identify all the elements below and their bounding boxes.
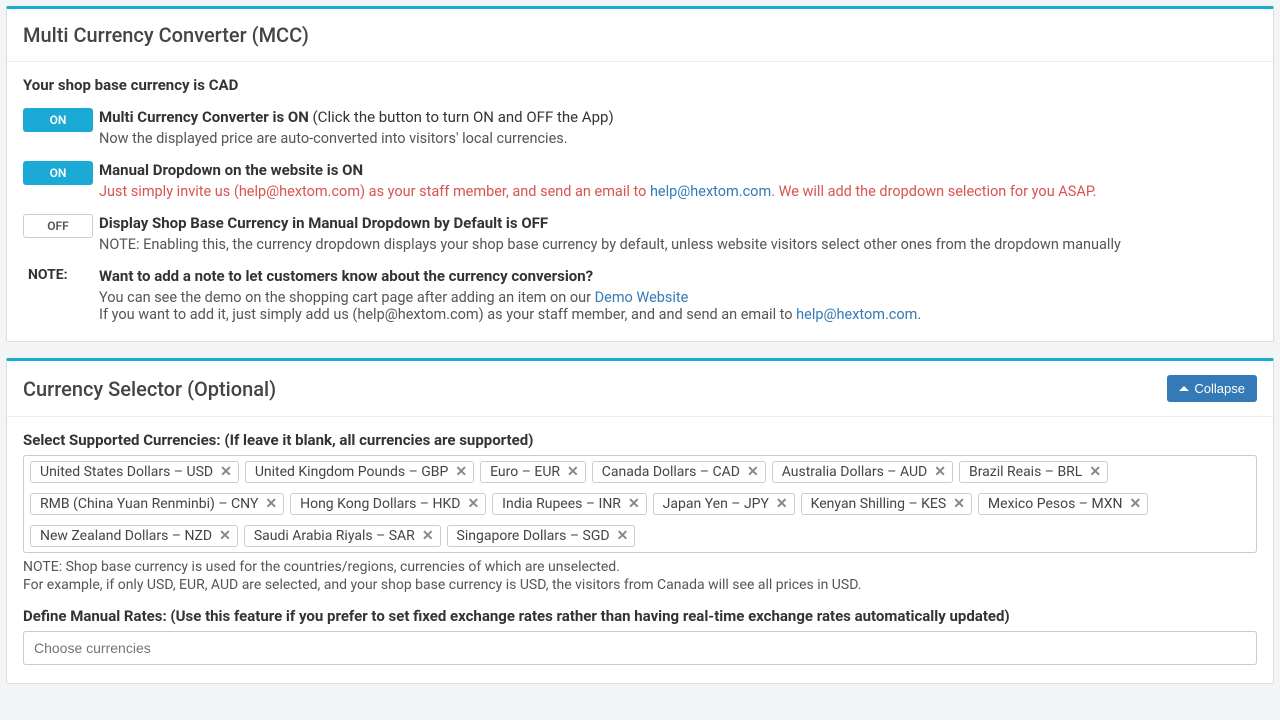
currency-tag-label: Brazil Reais – BRL [969,464,1082,480]
currency-tag: Singapore Dollars – SGD ✕ [447,525,636,547]
mcc-panel-title: Multi Currency Converter (MCC) [23,23,309,47]
currency-tag-label: Australia Dollars – AUD [782,464,928,480]
manual-rates-label: Define Manual Rates: (Use this feature i… [23,607,1257,625]
setting-title: Manual Dropdown on the website is ON [99,161,1257,179]
currency-selector-title: Currency Selector (Optional) [23,377,276,401]
manual-rates-input[interactable] [23,631,1257,665]
currency-tag: Saudi Arabia Riyals – SAR ✕ [244,525,441,547]
setting-row: OFF Display Shop Base Currency in Manual … [23,214,1257,253]
remove-currency-icon[interactable]: ✕ [628,497,640,511]
mcc-panel: Multi Currency Converter (MCC) Your shop… [6,6,1274,342]
remove-currency-icon[interactable]: ✕ [567,465,579,479]
currency-selector-body: Select Supported Currencies: (If leave i… [7,417,1273,683]
help-email-link[interactable]: help@hextom.com [796,306,917,323]
currency-tag-label: Singapore Dollars – SGD [457,528,610,544]
setting-row: ON Manual Dropdown on the website is ON Ju… [23,161,1257,200]
currency-tag: RMB (China Yuan Renminbi) – CNY ✕ [30,493,284,515]
currency-tag-label: Hong Kong Dollars – HKD [300,496,460,512]
currency-tag-label: United States Dollars – USD [40,464,213,480]
supported-currencies-input[interactable]: United States Dollars – USD✕United Kingd… [23,455,1257,553]
currency-tag-label: Kenyan Shilling – KES [811,496,947,512]
setting-sub: Just simply invite us (help@hextom.com) … [99,183,1257,200]
remove-currency-icon[interactable]: ✕ [953,497,965,511]
remove-currency-icon[interactable]: ✕ [422,529,434,543]
currency-tag: Canada Dollars – CAD ✕ [592,461,766,483]
currency-tag-label: India Rupees – INR [502,496,621,512]
setting-sub: Now the displayed price are auto-convert… [99,130,1257,147]
remove-currency-icon[interactable]: ✕ [1089,465,1101,479]
currency-tag-label: United Kingdom Pounds – GBP [255,464,449,480]
currency-tag: Hong Kong Dollars – HKD ✕ [290,493,486,515]
currency-tag: Australia Dollars – AUD ✕ [772,461,953,483]
collapse-button-label: Collapse [1194,381,1245,396]
setting-title: Multi Currency Converter is ON (Click th… [99,108,1257,126]
currency-selector-header: Currency Selector (Optional) Collapse [7,361,1273,417]
remove-currency-icon[interactable]: ✕ [776,497,788,511]
currency-tag-label: Mexico Pesos – MXN [988,496,1123,512]
currency-tag-label: Japan Yen – JPY [663,496,769,512]
currency-tag: India Rupees – INR ✕ [492,493,647,515]
remove-currency-icon[interactable]: ✕ [455,465,467,479]
base-currency-line: Your shop base currency is CAD [23,76,1257,94]
toggle-1[interactable]: ON [23,161,93,185]
currency-tag-label: RMB (China Yuan Renminbi) – CNY [40,496,258,512]
currency-tag-label: Euro – EUR [490,464,560,480]
setting-row: ON Multi Currency Converter is ON (Click … [23,108,1257,147]
setting-sub: NOTE: Enabling this, the currency dropdo… [99,236,1257,253]
currency-tag-label: New Zealand Dollars – NZD [40,528,212,544]
remove-currency-icon[interactable]: ✕ [219,529,231,543]
remove-currency-icon[interactable]: ✕ [467,497,479,511]
currency-selector-panel: Currency Selector (Optional) Collapse Se… [6,358,1274,684]
note-line-1-pre: You can see the demo on the shopping car… [99,289,595,306]
currency-note-1: NOTE: Shop base currency is used for the… [23,559,1257,575]
note-line-2-pre: If you want to add it, just simply add u… [99,306,796,323]
help-email-link[interactable]: help@hextom.com [650,183,771,200]
remove-currency-icon[interactable]: ✕ [747,465,759,479]
remove-currency-icon[interactable]: ✕ [1130,497,1142,511]
note-title: Want to add a note to let customers know… [99,267,1257,285]
remove-currency-icon[interactable]: ✕ [617,529,629,543]
currency-note-2: For example, if only USD, EUR, AUD are s… [23,577,1257,593]
currency-tag: Kenyan Shilling – KES ✕ [801,493,972,515]
mcc-panel-body: Your shop base currency is CAD ON Multi C… [7,62,1273,341]
note-row: NOTE: Want to add a note to let customer… [23,267,1257,323]
currency-tag: Euro – EUR ✕ [480,461,586,483]
collapse-button[interactable]: Collapse [1167,375,1257,402]
note-line-2: If you want to add it, just simply add u… [99,306,1257,323]
supported-currencies-label: Select Supported Currencies: (If leave i… [23,431,1257,449]
currency-tag-label: Canada Dollars – CAD [602,464,740,480]
remove-currency-icon[interactable]: ✕ [265,497,277,511]
note-label: NOTE: [23,267,68,283]
currency-tag: Brazil Reais – BRL ✕ [959,461,1108,483]
currency-tag-label: Saudi Arabia Riyals – SAR [254,528,415,544]
toggle-2[interactable]: OFF [23,214,93,238]
currency-tag: United States Dollars – USD ✕ [30,461,239,483]
setting-title: Display Shop Base Currency in Manual Dro… [99,214,1257,232]
note-line-1: You can see the demo on the shopping car… [99,289,1257,306]
currency-tag: Japan Yen – JPY ✕ [653,493,795,515]
demo-website-link[interactable]: Demo Website [595,289,689,306]
toggle-0[interactable]: ON [23,108,93,132]
currency-tag: United Kingdom Pounds – GBP ✕ [245,461,474,483]
remove-currency-icon[interactable]: ✕ [934,465,946,479]
currency-tag: Mexico Pesos – MXN ✕ [978,493,1148,515]
mcc-panel-header: Multi Currency Converter (MCC) [7,9,1273,62]
note-line-2-post: . [917,306,921,323]
remove-currency-icon[interactable]: ✕ [220,465,232,479]
currency-tag: New Zealand Dollars – NZD ✕ [30,525,238,547]
chevron-up-icon [1179,386,1189,391]
